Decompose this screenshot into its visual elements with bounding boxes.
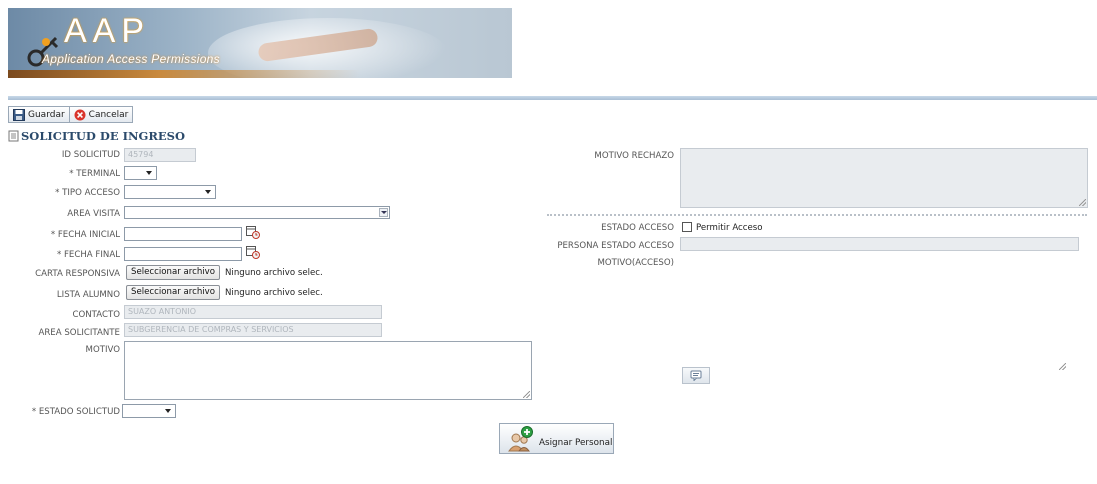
- cancel-label: Cancelar: [88, 109, 129, 120]
- tipo-acceso-select[interactable]: [124, 185, 216, 199]
- motivo-label: MOTIVO: [85, 345, 120, 355]
- motivo-rechazo-textarea: [680, 148, 1088, 208]
- estado-solicitud-select[interactable]: [122, 404, 176, 418]
- comment-icon: [690, 370, 702, 381]
- app-banner: AAP Application Access Permissions: [8, 8, 512, 78]
- resize-grip-icon[interactable]: [1059, 363, 1066, 370]
- app-logo-text: AAP: [64, 12, 151, 50]
- app-logo-subtitle: Application Access Permissions: [42, 52, 220, 66]
- lista-alumno-file-status: Ninguno archivo selec.: [225, 288, 323, 298]
- chevron-down-icon: [146, 171, 152, 175]
- cancel-icon: [74, 109, 86, 120]
- contacto-field: SUAZO ANTONIO: [124, 305, 382, 319]
- calendar-icon[interactable]: [246, 226, 260, 239]
- lista-alumno-file-button[interactable]: Seleccionar archivo: [126, 285, 221, 300]
- persona-estado-acceso-field: [680, 237, 1079, 251]
- area-visita-label: AREA VISITA: [67, 209, 120, 219]
- fecha-inicial-input[interactable]: [124, 227, 242, 241]
- section-title-text: SOLICITUD DE INGRESO: [21, 129, 185, 143]
- cancel-button[interactable]: Cancelar: [69, 106, 134, 123]
- section-title: SOLICITUD DE INGRESO: [8, 129, 185, 143]
- dropdown-arrow-box: [379, 208, 388, 217]
- comment-button[interactable]: [682, 367, 710, 384]
- terminal-label: * TERMINAL: [69, 169, 120, 179]
- persona-estado-acceso-label: PERSONA ESTADO ACCESO: [557, 241, 674, 251]
- resize-grip-icon[interactable]: [523, 391, 530, 398]
- permitir-acceso-label: Permitir Acceso: [696, 223, 763, 233]
- area-visita-select[interactable]: [124, 206, 390, 219]
- save-label: Guardar: [28, 109, 65, 120]
- carta-responsiva-file-status: Ninguno archivo selec.: [225, 268, 323, 278]
- id-solicitud-field: 45794: [124, 148, 196, 162]
- section-separator: [547, 214, 1087, 216]
- carta-responsiva-label: CARTA RESPONSIVA: [35, 269, 120, 279]
- assign-personnel-button[interactable]: Asignar Personal: [499, 423, 614, 454]
- fecha-inicial-label: * FECHA INICIAL: [50, 230, 120, 240]
- area-solicitante-label: AREA SOLICITANTE: [38, 328, 120, 338]
- calendar-icon[interactable]: [246, 246, 260, 259]
- chevron-down-icon: [165, 409, 171, 413]
- chevron-down-icon: [205, 190, 211, 194]
- save-icon: [13, 108, 25, 121]
- area-solicitante-field: SUBGERENCIA DE COMPRAS Y SERVICIOS: [124, 323, 382, 337]
- resize-grip-icon: [1079, 199, 1086, 206]
- contacto-label: CONTACTO: [72, 310, 120, 320]
- save-button[interactable]: Guardar: [8, 106, 70, 123]
- permitir-acceso-checkbox[interactable]: [682, 222, 692, 232]
- document-icon: [8, 130, 19, 142]
- motivo-rechazo-label: MOTIVO RECHAZO: [594, 151, 674, 161]
- id-solicitud-label: ID SOLICITUD: [61, 150, 120, 160]
- terminal-select[interactable]: [124, 166, 157, 180]
- lista-alumno-label: LISTA ALUMNO: [56, 290, 120, 300]
- motivo-textarea[interactable]: [124, 341, 532, 400]
- fecha-final-input[interactable]: [124, 247, 242, 261]
- assign-personnel-label: Asignar Personal: [539, 438, 613, 448]
- toolbar: Guardar Cancelar: [8, 106, 134, 123]
- banner-strip: [8, 70, 512, 78]
- estado-acceso-label: ESTADO ACCESO: [601, 223, 674, 233]
- fecha-final-label: * FECHA FINAL: [56, 250, 120, 260]
- carta-responsiva-file-button[interactable]: Seleccionar archivo: [126, 265, 221, 280]
- chevron-down-icon: [380, 211, 387, 214]
- estado-solicitud-label: * ESTADO SOLICTUD: [31, 407, 120, 417]
- tipo-acceso-label: * TIPO ACCESO: [55, 188, 120, 198]
- header-divider: [8, 96, 1097, 100]
- add-person-icon: [508, 425, 533, 451]
- motivo-acceso-label: MOTIVO(ACCESO): [597, 258, 674, 268]
